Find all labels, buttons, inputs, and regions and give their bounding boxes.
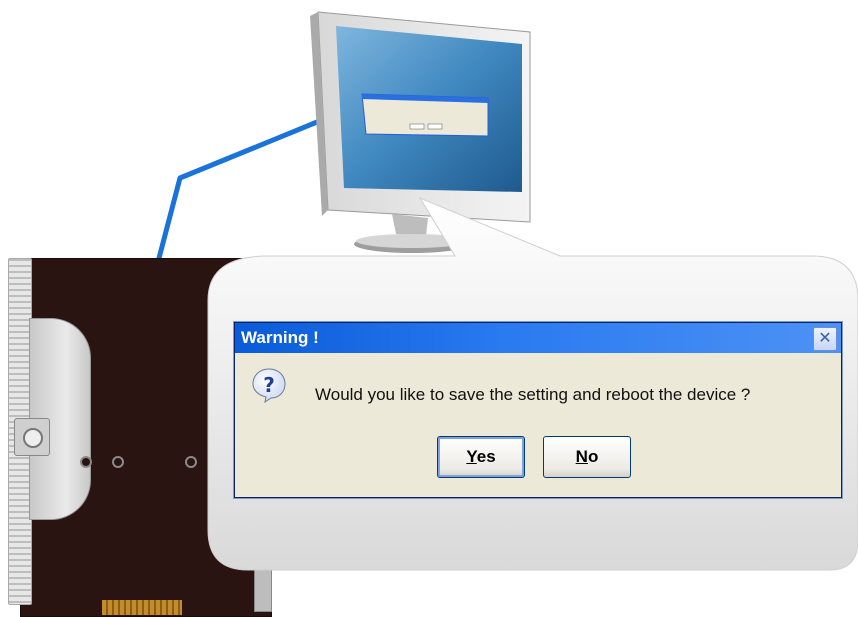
no-button[interactable]: No <box>543 436 631 478</box>
speech-callout <box>207 196 858 571</box>
question-icon: ? <box>252 368 286 403</box>
close-button[interactable]: ✕ <box>813 327 837 351</box>
no-mnemonic: N <box>575 447 588 466</box>
yes-button[interactable]: Yes <box>437 436 525 478</box>
dialog-title: Warning ! <box>241 328 319 347</box>
no-label: o <box>587 447 599 466</box>
dialog-titlebar[interactable]: Warning ! ✕ <box>235 323 841 353</box>
close-icon: ✕ <box>818 328 832 347</box>
warning-dialog: Warning ! ✕ ? Would you like to save the… <box>234 322 842 498</box>
dialog-message: Would you like to save the setting and r… <box>315 385 751 404</box>
svg-text:?: ? <box>263 373 275 397</box>
yes-label: es <box>476 447 496 466</box>
yes-mnemonic: Y <box>466 447 477 466</box>
